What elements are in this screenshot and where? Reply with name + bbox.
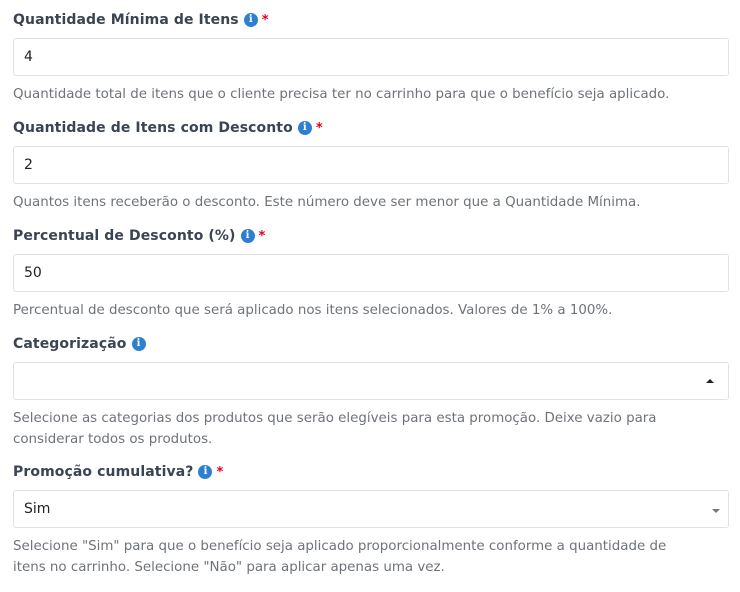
info-icon[interactable]: i bbox=[131, 337, 146, 351]
input-value: 2 bbox=[24, 157, 33, 173]
caret-up-icon[interactable] bbox=[706, 379, 714, 383]
required-marker: * bbox=[315, 120, 323, 136]
field-label: Promoção cumulativa? bbox=[13, 464, 194, 480]
discount-percent-input[interactable]: 50 bbox=[13, 254, 729, 292]
info-icon[interactable]: i bbox=[198, 465, 213, 479]
label-row: Categorização i bbox=[13, 334, 729, 354]
help-text: Quantos itens receberão o desconto. Este… bbox=[13, 195, 641, 210]
field-discount-items: Quantidade de Itens com Desconto i * 2 Q… bbox=[13, 118, 729, 213]
help-text: Quantidade total de itens que o cliente … bbox=[13, 87, 670, 102]
help-text: Selecione "Sim" para que o benefício sej… bbox=[13, 536, 729, 578]
required-marker: * bbox=[258, 228, 266, 244]
help-line: Selecione "Sim" para que o benefício sej… bbox=[13, 539, 667, 554]
info-icon[interactable]: i bbox=[243, 13, 258, 27]
input-value: 50 bbox=[24, 265, 42, 281]
info-icon[interactable]: i bbox=[240, 229, 255, 243]
cumulative-select[interactable]: Sim bbox=[13, 490, 729, 528]
discount-items-input[interactable]: 2 bbox=[13, 146, 729, 184]
help-line: itens no carrinho. Selecione "Não" para … bbox=[13, 560, 445, 575]
info-icon[interactable]: i bbox=[297, 121, 312, 135]
help-line: considerar todos os produtos. bbox=[13, 432, 213, 447]
required-marker: * bbox=[261, 12, 269, 28]
categories-select[interactable] bbox=[13, 362, 729, 400]
help-text: Selecione as categorias dos produtos que… bbox=[13, 408, 729, 450]
label-row: Quantidade de Itens com Desconto i * bbox=[13, 118, 729, 138]
input-value: 4 bbox=[24, 49, 33, 65]
label-row: Promoção cumulativa? i * bbox=[13, 462, 729, 482]
label-row: Percentual de Desconto (%) i * bbox=[13, 226, 729, 246]
label-row: Quantidade Mínima de Itens i * bbox=[13, 10, 729, 30]
field-discount-percent: Percentual de Desconto (%) i * 50 Percen… bbox=[13, 226, 729, 321]
chevron-down-icon[interactable] bbox=[712, 509, 720, 513]
promotion-form: Quantidade Mínima de Itens i * 4 Quantid… bbox=[0, 0, 740, 592]
field-label: Percentual de Desconto (%) bbox=[13, 228, 236, 244]
required-marker: * bbox=[216, 464, 224, 480]
help-line: Selecione as categorias dos produtos que… bbox=[13, 411, 657, 426]
field-cumulative: Promoção cumulativa? i * Sim Selecione "… bbox=[13, 462, 729, 578]
help-text: Percentual de desconto que será aplicado… bbox=[13, 303, 613, 318]
field-categories: Categorização i Selecione as categorias … bbox=[13, 334, 729, 450]
field-label: Categorização bbox=[13, 336, 127, 352]
field-label: Quantidade de Itens com Desconto bbox=[13, 120, 293, 136]
select-value: Sim bbox=[24, 501, 51, 517]
field-min-items: Quantidade Mínima de Itens i * 4 Quantid… bbox=[13, 10, 729, 105]
min-items-input[interactable]: 4 bbox=[13, 38, 729, 76]
field-label: Quantidade Mínima de Itens bbox=[13, 12, 239, 28]
